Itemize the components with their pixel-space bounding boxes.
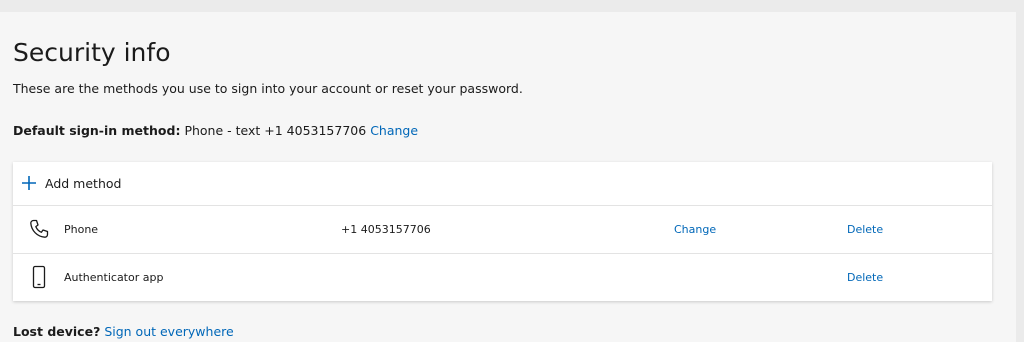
security-info-page: Security info These are the methods you … [0, 12, 1016, 342]
phone-icon [30, 219, 49, 238]
sign-out-everywhere-link[interactable]: Sign out everywhere [104, 324, 233, 339]
change-phone-link[interactable]: Change [674, 223, 716, 236]
delete-phone-link[interactable]: Delete [847, 223, 883, 236]
page-title: Security info [13, 38, 171, 67]
methods-card: Add method Phone +1 4053157706 Change De… [13, 162, 992, 301]
delete-authenticator-link[interactable]: Delete [847, 271, 883, 284]
method-row-phone: Phone +1 4053157706 Change Delete [13, 206, 992, 254]
method-value: +1 4053157706 [341, 223, 431, 236]
default-sign-in-method: Default sign-in method: Phone - text +1 … [13, 123, 418, 138]
method-row-authenticator-app: Authenticator app Delete [13, 254, 992, 301]
default-method-label: Default sign-in method: [13, 123, 181, 138]
add-method-button[interactable]: Add method [13, 162, 992, 206]
method-name: Authenticator app [64, 271, 164, 284]
lost-device-label: Lost device? [13, 324, 101, 339]
plus-icon [22, 176, 36, 190]
mobile-device-icon [32, 265, 46, 289]
lost-device-line: Lost device? Sign out everywhere [13, 324, 234, 339]
page-description: These are the methods you use to sign in… [13, 81, 523, 96]
method-name: Phone [64, 223, 99, 236]
default-method-value: Phone - text +1 4053157706 [184, 123, 367, 138]
add-method-label: Add method [45, 176, 122, 191]
change-default-method-link[interactable]: Change [370, 123, 418, 138]
